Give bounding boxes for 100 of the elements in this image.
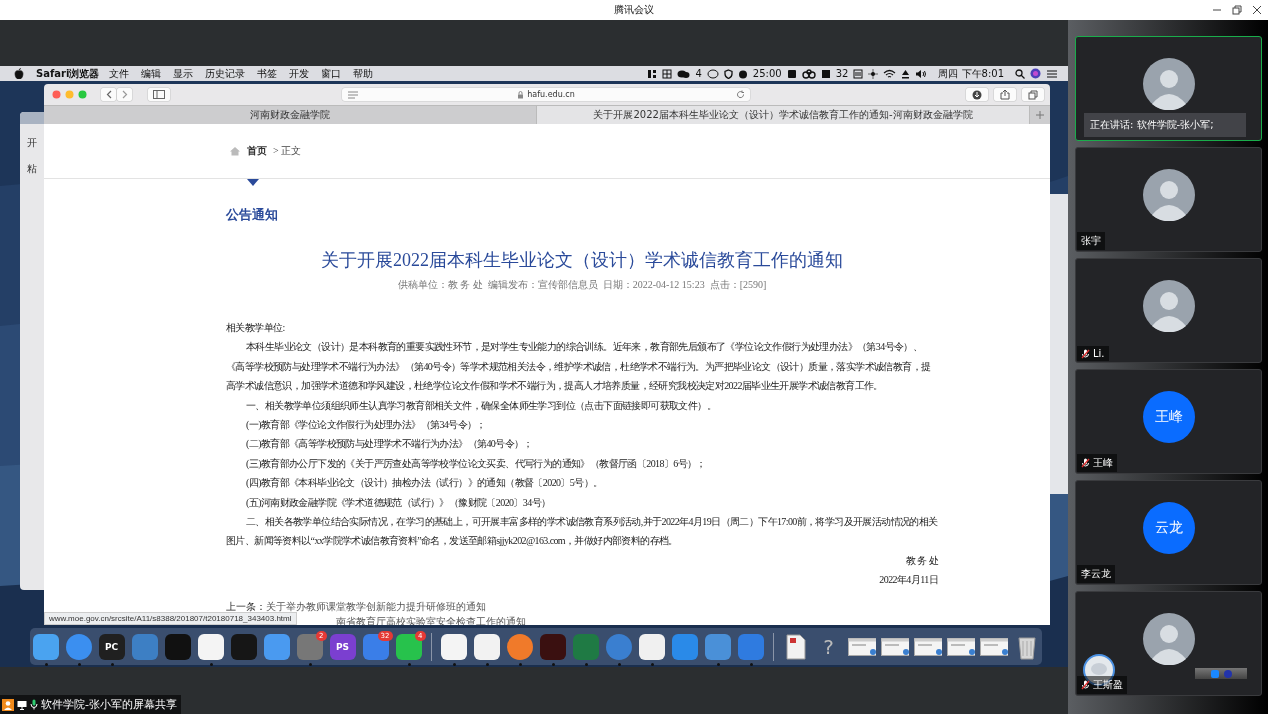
floating-toolbar[interactable] (1195, 668, 1247, 679)
share-icon (1000, 89, 1010, 100)
menu-item[interactable]: 开发 (289, 66, 310, 81)
window-titlebar (20, 112, 44, 124)
reader-icon (348, 90, 358, 99)
lock-icon (517, 90, 525, 99)
video-tile[interactable]: 王峰 王峰 (1075, 369, 1262, 474)
user-icon (2, 698, 14, 711)
article-title: 关于开展2022届本科生毕业论文（设计）学术诚信教育工作的通知 (320, 249, 844, 272)
share-button[interactable] (994, 88, 1016, 101)
close-icon[interactable] (1252, 5, 1262, 15)
window-text: 开 (27, 136, 37, 150)
chat-icon[interactable] (677, 68, 691, 79)
video-tile[interactable]: Li. (1075, 258, 1262, 363)
app-menu[interactable]: Safari浏览器 (36, 66, 100, 81)
eject-icon[interactable] (901, 68, 911, 79)
menu-item[interactable]: 窗口 (321, 66, 342, 81)
paragraph: 本科生毕业论文（设计）是本科教育的重要实践性环节，是对学生专业能力的综合训练。近年来，教育部先后颁布了《学位论文作假行为处理办法》（第34号令）、《高等学校预防与处理学术不端行为办法》（第40号令）等学术规范相关法令，维护学术诚信，杜绝学术不端行为。为严把毕业论文（设计）质量，落实学术诚信教育，提高学术诚信意识，加强学术道德和学风建设，杜绝学位论文作假和学术不端行为，提高人才培养质量，经研究我校决定对2022届毕业生开展学术诚信教育工作。 (226, 340, 932, 394)
search-icon[interactable] (1015, 68, 1025, 79)
ring-icon[interactable] (706, 68, 719, 79)
window-title: 腾讯会议 (614, 3, 654, 17)
menu-item[interactable]: 历史记录 (205, 66, 246, 81)
video-tile[interactable]: 正在讲话: 软件学院-张小军; (1075, 36, 1262, 141)
wifi-icon[interactable] (883, 68, 897, 79)
prev-link[interactable]: 关于举办教师课堂教学创新能力提升研修班的通知 (266, 600, 486, 612)
video-tile[interactable]: 王斯盈 (1075, 591, 1262, 696)
forward-icon (121, 90, 128, 99)
restore-icon[interactable] (1232, 5, 1242, 15)
shield-icon[interactable] (723, 68, 733, 79)
browser-tab[interactable]: 关于开展2022届本科生毕业论文（设计）学术诚信教育工作的通知-河南财政金融学院 (537, 106, 1030, 124)
square-icon[interactable] (786, 68, 797, 79)
window-thumbnail[interactable] (913, 635, 942, 658)
window-text: 粘 (27, 162, 37, 176)
prev-label: 上一条： (226, 600, 266, 612)
video-tile[interactable]: 张宇 (1075, 147, 1262, 252)
menu-item[interactable]: 显示 (173, 66, 194, 81)
grid-icon[interactable] (647, 68, 658, 79)
app-icon[interactable] (197, 633, 224, 660)
participant-name: 张宇 (1081, 234, 1101, 248)
paragraph: 二、相关各教学单位结合实际情况，在学习的基础上，可开展丰富多样的学术诚信教育系列活动,并于2022年4月19日（周二）下午17:00前，将学习及开展活动情况的相关图片、新闻等资料以“xx学院学术诚信教育资料”命名，发送至邮箱sjjyk202@163.com，并做好内部资料的存档。 (226, 515, 938, 549)
list-icon[interactable] (1046, 68, 1058, 79)
timer-icon[interactable] (737, 68, 748, 79)
menu-item[interactable]: 文件 (109, 66, 130, 81)
chat-count: 4 (695, 68, 702, 79)
signature-line: 2022年4月11日 (878, 573, 938, 588)
app-icon[interactable] (440, 633, 467, 660)
back-button[interactable] (101, 88, 116, 101)
count-text: 32 (835, 68, 849, 79)
back-icon (105, 90, 112, 99)
help-icon[interactable]: ? (823, 634, 834, 659)
section-heading: 公告通知 (226, 206, 279, 224)
paragraph: (三)教育部办公厅下发的《关于严厉查处高等学校学位论文买卖、代写行为的通知》（教督厅函〔2018〕6号）； (245, 456, 707, 471)
avatar-initials: 云龙 (1143, 502, 1195, 554)
document-icon[interactable] (785, 633, 806, 660)
app-icon[interactable]: PS (329, 633, 356, 660)
download-button[interactable] (966, 88, 988, 101)
status-url: www.moe.gov.cn/srcsite/A11/s8388/201807/t20180718_343403.html (44, 612, 297, 625)
share-label: 软件学院-张小军的屏幕共享 (0, 695, 181, 714)
screen-icon (17, 699, 27, 710)
video-tile[interactable]: 云龙 李云龙 (1075, 480, 1262, 585)
window-thumbnail[interactable] (979, 635, 1008, 658)
window-thumbnail[interactable] (946, 635, 975, 658)
section-marker-icon (247, 179, 259, 186)
participant-name: 李云龙 (1081, 567, 1111, 581)
window-thumbnail[interactable] (880, 635, 909, 658)
app-icon[interactable] (473, 633, 500, 660)
clock-text: 周四 下午8:01 (938, 66, 1004, 81)
app-icon[interactable] (32, 633, 59, 660)
window-thumbnail[interactable] (847, 635, 876, 658)
menu-item[interactable]: 编辑 (141, 66, 162, 81)
timer-text: 25:00 (752, 68, 782, 79)
participant-name: 王斯盈 (1093, 678, 1123, 692)
avatar-icon (1143, 58, 1195, 110)
apple-icon[interactable] (14, 68, 24, 79)
paragraph: (二)教育部《高等学校预防与处理学术不端行为办法》（第40号令）； (245, 437, 534, 452)
link-icon[interactable] (801, 68, 816, 79)
tabs-icon (1028, 89, 1038, 100)
flag-icon[interactable] (820, 68, 831, 79)
volume-icon[interactable] (915, 68, 928, 79)
participant-name: 王峰 (1093, 456, 1113, 470)
paragraph: 一、相关教学单位须组织师生认真学习教育部相关文件，确保全体师生学习到位（点击下面链接即可获取文件）。 (245, 398, 717, 413)
menu-item[interactable]: 帮助 (353, 66, 374, 81)
tabs-button[interactable] (1022, 88, 1044, 101)
speaking-banner: 正在讲话: 软件学院-张小军; (1084, 113, 1246, 137)
app-icon[interactable] (362, 633, 389, 660)
mic-icon (30, 699, 38, 710)
app-icon[interactable]: PC (98, 633, 125, 660)
siri-icon[interactable] (1030, 68, 1041, 79)
app-icon[interactable] (395, 633, 422, 660)
network-icon[interactable] (868, 68, 879, 79)
menu-item[interactable]: 书签 (257, 66, 278, 81)
address-bar[interactable]: hafu.edu.cn (342, 88, 750, 101)
sidebar-button[interactable] (148, 88, 170, 101)
window-icon[interactable] (662, 68, 673, 79)
forward-button[interactable] (117, 88, 132, 101)
paragraph: (一)教育部《学位论文作假行为处理办法》（第34号令）； (245, 418, 487, 433)
calendar-icon[interactable] (853, 68, 864, 79)
breadcrumb-link[interactable]: 首页 (247, 144, 267, 158)
reload-icon (736, 90, 745, 99)
app-icon[interactable] (638, 633, 665, 660)
